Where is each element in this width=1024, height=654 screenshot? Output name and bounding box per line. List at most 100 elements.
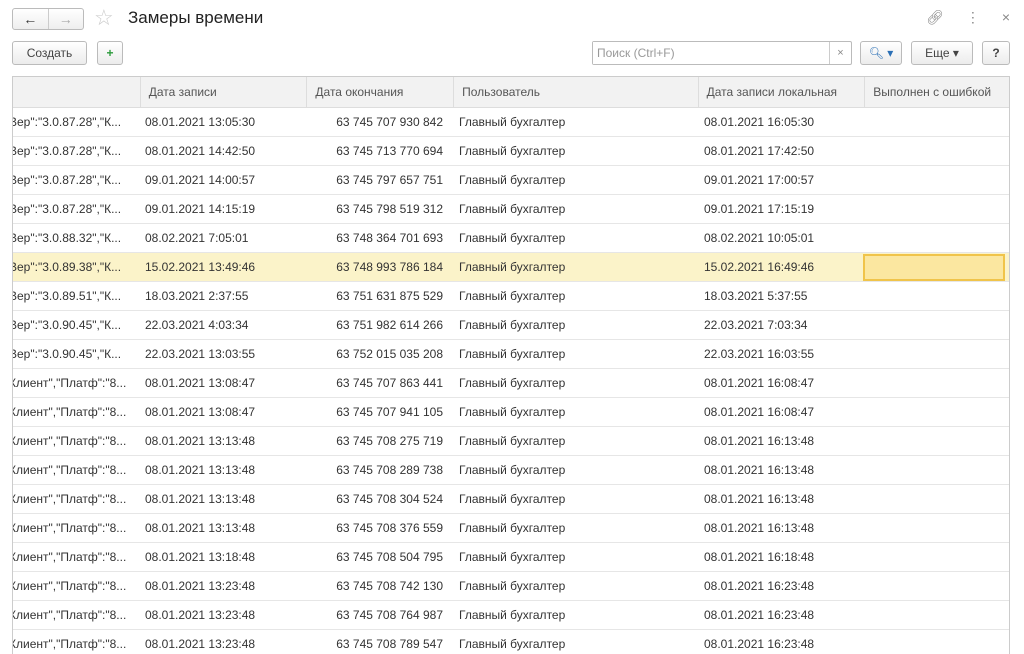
table-cell[interactable]: 63 745 713 770 694 xyxy=(304,137,451,165)
table-cell[interactable]: Главный бухгалтер xyxy=(451,282,696,310)
table-cell[interactable] xyxy=(863,253,1007,281)
column-header[interactable]: Пользователь xyxy=(454,77,699,107)
table-cell[interactable]: 63 748 993 786 184 xyxy=(304,253,451,281)
table-cell[interactable]: Главный бухгалтер xyxy=(451,253,696,281)
table-cell[interactable]: Клиент","Платф":"8... xyxy=(13,369,137,397)
table-cell[interactable]: Клиент","Платф":"8... xyxy=(13,601,137,629)
table-cell[interactable]: 63 745 707 863 441 xyxy=(304,369,451,397)
table-cell[interactable]: 08.01.2021 16:23:48 xyxy=(696,601,863,629)
table-cell[interactable]: Клиент","Платф":"8... xyxy=(13,456,137,484)
table-cell[interactable]: Главный бухгалтер xyxy=(451,572,696,600)
table-cell[interactable]: Главный бухгалтер xyxy=(451,485,696,513)
table-cell[interactable]: 08.01.2021 16:08:47 xyxy=(696,398,863,426)
table-cell[interactable]: 08.01.2021 13:13:48 xyxy=(137,514,304,542)
table-cell[interactable]: 08.01.2021 13:08:47 xyxy=(137,369,304,397)
table-cell[interactable]: 22.03.2021 13:03:55 xyxy=(137,340,304,368)
table-cell[interactable]: Главный бухгалтер xyxy=(451,166,696,194)
table-cell[interactable]: 63 745 708 764 987 xyxy=(304,601,451,629)
table-cell[interactable]: Главный бухгалтер xyxy=(451,543,696,571)
table-row[interactable]: Вер":"3.0.87.28","К... 09.01.2021 14:00:5… xyxy=(13,166,1009,195)
table-cell[interactable]: 08.02.2021 10:05:01 xyxy=(696,224,863,252)
table-row[interactable]: Клиент","Платф":"8... 08.01.2021 13:08:47… xyxy=(13,369,1009,398)
table-cell[interactable]: 08.01.2021 16:05:30 xyxy=(696,108,863,136)
table-cell[interactable] xyxy=(863,108,1007,136)
close-icon[interactable]: × xyxy=(1002,9,1010,26)
table-cell[interactable]: Вер":"3.0.87.28","К... xyxy=(13,137,137,165)
table-cell[interactable] xyxy=(863,514,1007,542)
table-cell[interactable]: Главный бухгалтер xyxy=(451,398,696,426)
table-row[interactable]: Вер":"3.0.88.32","К... 08.02.2021 7:05:01… xyxy=(13,224,1009,253)
table-cell[interactable]: 08.01.2021 16:23:48 xyxy=(696,572,863,600)
table-cell[interactable]: 63 745 708 789 547 xyxy=(304,630,451,654)
table-cell[interactable]: 63 745 708 289 738 xyxy=(304,456,451,484)
table-cell[interactable]: 09.01.2021 14:15:19 xyxy=(137,195,304,223)
table-cell[interactable]: Вер":"3.0.87.28","К... xyxy=(13,166,137,194)
table-cell[interactable]: 63 752 015 035 208 xyxy=(304,340,451,368)
table-cell[interactable]: 63 748 364 701 693 xyxy=(304,224,451,252)
table-row[interactable]: Клиент","Платф":"8... 08.01.2021 13:23:48… xyxy=(13,572,1009,601)
table-cell[interactable]: 63 745 708 304 524 xyxy=(304,485,451,513)
table-cell[interactable]: 08.01.2021 16:08:47 xyxy=(696,369,863,397)
back-button[interactable]: ← xyxy=(13,9,48,29)
table-cell[interactable] xyxy=(863,195,1007,223)
table-cell[interactable]: 08.01.2021 13:23:48 xyxy=(137,630,304,654)
table-cell[interactable]: Клиент","Платф":"8... xyxy=(13,630,137,654)
table-cell[interactable]: 63 751 982 614 266 xyxy=(304,311,451,339)
link-icon[interactable]: 🔗︎ xyxy=(926,9,944,26)
table-cell[interactable] xyxy=(863,485,1007,513)
table-cell[interactable]: 63 745 797 657 751 xyxy=(304,166,451,194)
table-cell[interactable]: 08.01.2021 16:13:48 xyxy=(696,456,863,484)
table-cell[interactable]: Вер":"3.0.88.32","К... xyxy=(13,224,137,252)
table-cell[interactable]: Вер":"3.0.87.28","К... xyxy=(13,195,137,223)
table-cell[interactable] xyxy=(863,456,1007,484)
table-cell[interactable]: 08.01.2021 16:23:48 xyxy=(696,630,863,654)
table-row[interactable]: Клиент","Платф":"8... 08.01.2021 13:08:47… xyxy=(13,398,1009,427)
table-cell[interactable] xyxy=(863,137,1007,165)
table-cell[interactable] xyxy=(863,427,1007,455)
table-cell[interactable] xyxy=(863,630,1007,654)
table-cell[interactable]: 22.03.2021 7:03:34 xyxy=(696,311,863,339)
favorite-star-icon[interactable]: ☆ xyxy=(94,5,114,31)
table-cell[interactable]: Главный бухгалтер xyxy=(451,630,696,654)
table-cell[interactable] xyxy=(863,166,1007,194)
search-clear-button[interactable]: × xyxy=(829,42,851,64)
table-cell[interactable]: Главный бухгалтер xyxy=(451,456,696,484)
table-cell[interactable]: 08.01.2021 13:08:47 xyxy=(137,398,304,426)
table-cell[interactable]: Главный бухгалтер xyxy=(451,340,696,368)
forward-button[interactable]: → xyxy=(47,9,84,29)
table-cell[interactable]: 08.01.2021 13:13:48 xyxy=(137,427,304,455)
table-cell[interactable]: 63 745 708 742 130 xyxy=(304,572,451,600)
copy-create-button[interactable]: + xyxy=(97,41,123,65)
table-cell[interactable]: 22.03.2021 4:03:34 xyxy=(137,311,304,339)
table-row[interactable]: Вер":"3.0.89.51","К... 18.03.2021 2:37:55… xyxy=(13,282,1009,311)
table-cell[interactable]: 63 745 707 941 105 xyxy=(304,398,451,426)
table-cell[interactable]: 15.02.2021 13:49:46 xyxy=(137,253,304,281)
table-row[interactable]: Клиент","Платф":"8... 08.01.2021 13:18:48… xyxy=(13,543,1009,572)
table-row[interactable]: Вер":"3.0.90.45","К... 22.03.2021 4:03:34… xyxy=(13,311,1009,340)
table-cell[interactable] xyxy=(863,311,1007,339)
table-cell[interactable]: 08.01.2021 13:13:48 xyxy=(137,456,304,484)
table-cell[interactable]: Вер":"3.0.87.28","К... xyxy=(13,108,137,136)
table-cell[interactable]: Главный бухгалтер xyxy=(451,369,696,397)
help-button[interactable]: ? xyxy=(982,41,1010,65)
column-header[interactable]: Дата записи локальная xyxy=(699,77,866,107)
table-cell[interactable]: 08.01.2021 16:13:48 xyxy=(696,514,863,542)
table-cell[interactable]: Главный бухгалтер xyxy=(451,601,696,629)
table-cell[interactable]: Главный бухгалтер xyxy=(451,311,696,339)
table-row[interactable]: Клиент","Платф":"8... 08.01.2021 13:13:48… xyxy=(13,427,1009,456)
table-cell[interactable]: 08.01.2021 16:18:48 xyxy=(696,543,863,571)
table-cell[interactable]: Главный бухгалтер xyxy=(451,137,696,165)
table-cell[interactable] xyxy=(863,543,1007,571)
table-cell[interactable] xyxy=(863,398,1007,426)
table-cell[interactable]: 63 745 708 376 559 xyxy=(304,514,451,542)
table-cell[interactable]: 08.01.2021 13:13:48 xyxy=(137,485,304,513)
table-cell[interactable]: 08.01.2021 14:42:50 xyxy=(137,137,304,165)
table-cell[interactable]: Клиент","Платф":"8... xyxy=(13,398,137,426)
table-cell[interactable]: 18.03.2021 5:37:55 xyxy=(696,282,863,310)
table-cell[interactable]: 22.03.2021 16:03:55 xyxy=(696,340,863,368)
table-cell[interactable]: 08.01.2021 13:18:48 xyxy=(137,543,304,571)
table-cell[interactable]: 63 745 707 930 842 xyxy=(304,108,451,136)
column-header[interactable]: Выполнен с ошибкой xyxy=(865,77,1009,107)
table-cell[interactable]: Главный бухгалтер xyxy=(451,224,696,252)
table-cell[interactable]: Клиент","Платф":"8... xyxy=(13,485,137,513)
